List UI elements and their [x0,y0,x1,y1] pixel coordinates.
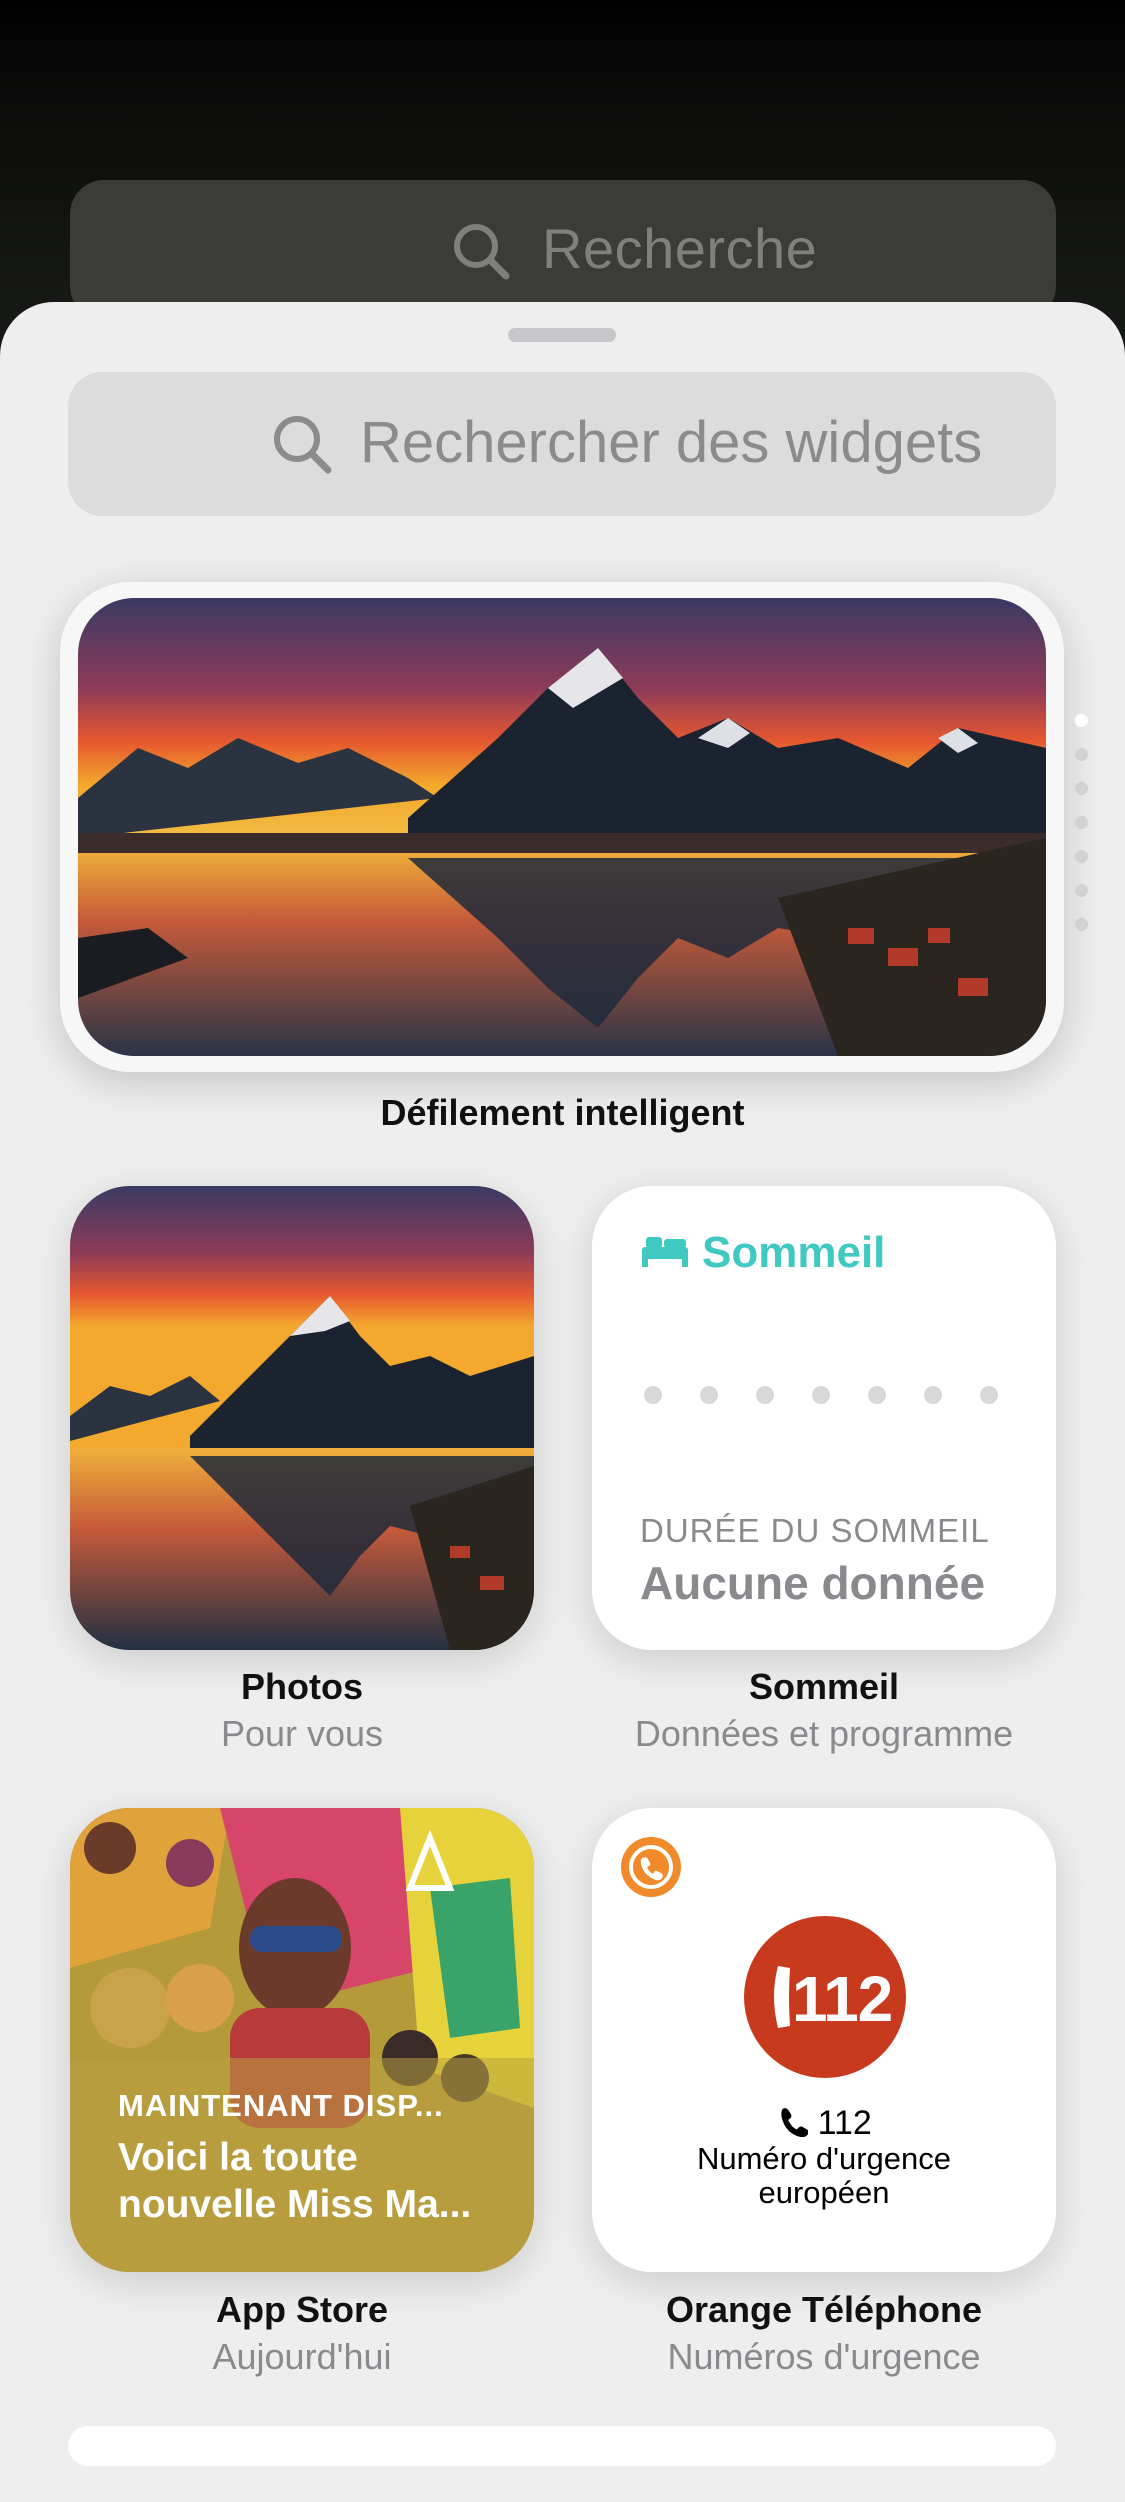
page-dot [1075,850,1088,863]
page-dot [1075,884,1088,897]
page-dot [1075,748,1088,761]
emergency-number-badge-text: 112 [792,1963,893,2035]
widget-search-placeholder: Rechercher des widgets [360,410,983,475]
emergency-number-description: Numéro d'urgence européen [696,2141,952,2210]
emergency-number-row: 112 [592,2104,1056,2143]
page-indicator[interactable] [1075,714,1091,952]
emergency-number: 112 [817,2104,872,2142]
page-dot [1075,918,1088,931]
page-dot [1075,816,1088,829]
sleep-header: Sommeil [642,1228,885,1278]
sleep-metric-label: DURÉE DU SOMMEIL [640,1512,990,1549]
app-store-kicker: MAINTENANT DISP... [118,2088,444,2123]
app-store-subtitle: Aujourd'hui [212,2336,392,2377]
sheet-grabber[interactable] [508,328,616,342]
search-icon [450,220,512,287]
photos-title: Photos [241,1666,363,1707]
orange-phone-widget[interactable]: 112 112 Numéro d'urgence européen [592,1808,1056,2272]
orange-phone-title: Orange Téléphone [665,2289,983,2330]
sleep-header-label: Sommeil [702,1228,886,1277]
smart-stack-widget[interactable] [60,582,1064,1072]
emergency-number-badge: 112 [744,1916,906,2078]
background-search-bar: Recherche [70,180,1056,320]
sleep-title: Sommeil [748,1666,900,1707]
phone-icon [776,2104,817,2142]
page-dot [1075,782,1088,795]
photos-widget[interactable] [70,1186,534,1650]
app-store-headline: Voici la toute nouvelle Miss Ma... [118,2136,472,2226]
orange-phone-subtitle: Numéros d'urgence [667,2336,981,2377]
sleep-dots [644,1386,998,1404]
search-icon [270,412,334,481]
smart-stack-title: Défilement intelligent [380,1092,745,1133]
next-widget-peek [68,2426,1056,2466]
background-search-placeholder: Recherche [542,217,818,280]
widget-search-field[interactable]: Rechercher des widgets [68,372,1056,516]
smart-stack-photo [78,598,1046,1056]
app-store-title: App Store [215,2289,388,2330]
orange-phone-app-icon [620,1836,682,1903]
sleep-subtitle: Données et programme [634,1713,1014,1754]
page-dot-active [1075,714,1088,727]
sleep-widget[interactable]: Sommeil DURÉE DU SOMMEIL Aucune donnée [592,1186,1056,1650]
bed-icon [642,1228,688,1278]
app-store-widget[interactable]: MAINTENANT DISP... Voici la toute nouvel… [70,1808,534,2272]
photos-subtitle: Pour vous [220,1713,384,1754]
sleep-metric-value: Aucune donnée [640,1557,986,1609]
